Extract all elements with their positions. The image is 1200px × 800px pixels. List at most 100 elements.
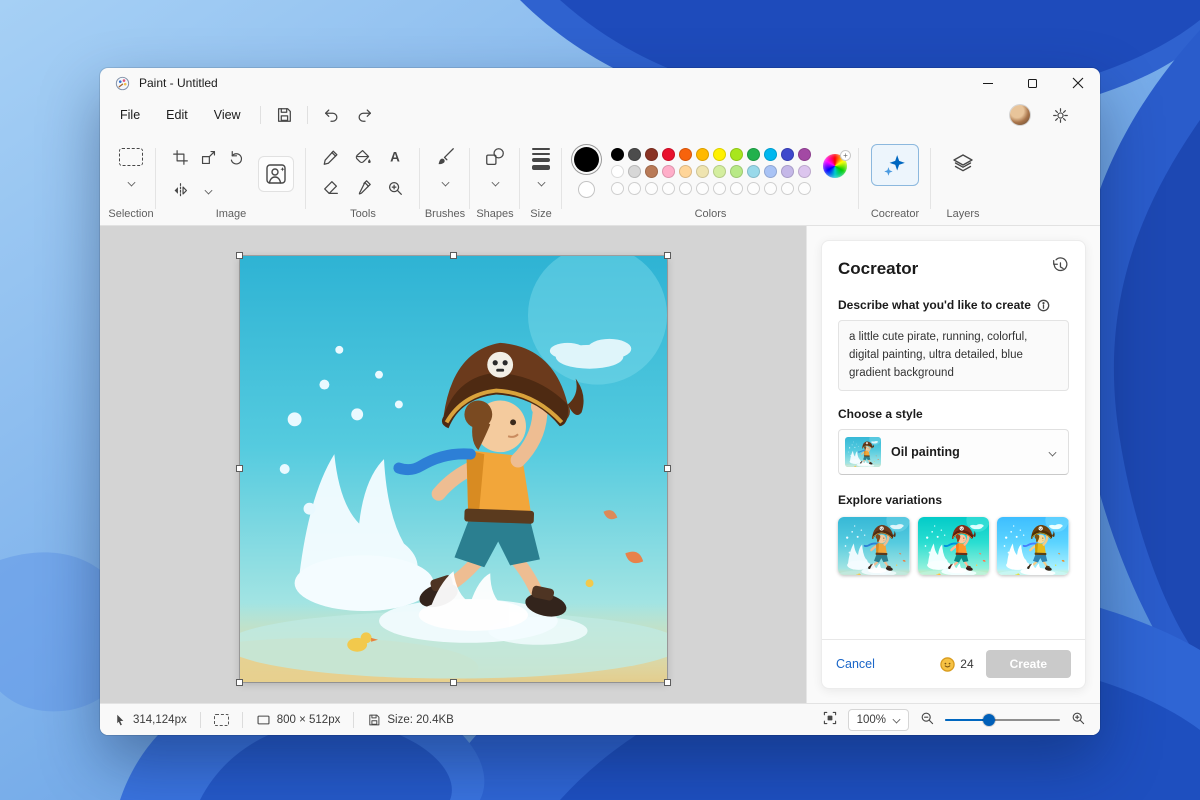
shapes-button[interactable] [482,144,508,170]
color-swatch[interactable] [781,182,794,195]
resize-button[interactable] [195,144,221,170]
color-swatch[interactable] [713,182,726,195]
color-swatch[interactable] [611,182,624,195]
color-swatch[interactable] [645,165,658,178]
maximize-button[interactable] [1010,68,1055,98]
describe-label: Describe what you'd like to create [838,298,1031,312]
color-swatch[interactable] [730,165,743,178]
fit-to-screen-button[interactable] [822,710,838,729]
color-swatch[interactable] [679,182,692,195]
text-tool[interactable]: A [382,144,408,170]
canvas-image[interactable] [240,256,667,682]
color-swatch[interactable] [662,182,675,195]
shapes-dropdown-chevron-icon[interactable] [491,179,499,187]
color-swatch[interactable] [628,165,641,178]
size-dropdown-chevron-icon[interactable] [537,178,545,186]
variation-thumbnail-3[interactable] [997,517,1069,575]
cancel-button[interactable]: Cancel [836,657,875,671]
zoom-in-button[interactable] [1070,710,1086,729]
stroke-size-icon[interactable] [532,144,550,170]
prompt-input[interactable]: a little cute pirate, running, colorful,… [838,320,1069,391]
color-swatch[interactable] [679,165,692,178]
color-swatch[interactable] [798,182,811,195]
color-swatch[interactable] [713,148,726,161]
flip-button[interactable] [167,177,193,203]
menu-view[interactable]: View [202,103,253,127]
close-button[interactable] [1055,68,1100,98]
statusbar-divider [242,712,243,728]
variation-thumbnail-1[interactable] [838,517,910,575]
color-picker-tool[interactable] [350,175,376,201]
selection-handle[interactable] [236,465,243,472]
cocreator-button[interactable] [871,144,919,186]
color-swatch[interactable] [730,148,743,161]
color-swatch[interactable] [747,148,760,161]
canvas-area[interactable] [100,226,806,703]
fill-tool[interactable] [350,144,376,170]
undo-button[interactable] [315,102,347,128]
zoom-level-dropdown[interactable]: 100% [848,709,909,731]
layers-button[interactable] [943,144,983,184]
settings-button[interactable] [1044,102,1076,128]
selection-handle[interactable] [450,679,457,686]
variation-thumbnail-2[interactable] [918,517,990,575]
crop-button[interactable] [167,144,193,170]
color-swatch[interactable] [645,148,658,161]
selection-handle[interactable] [664,679,671,686]
color-swatch[interactable] [628,182,641,195]
brushes-dropdown-chevron-icon[interactable] [441,179,449,187]
selection-handle[interactable] [664,465,671,472]
color-swatch[interactable] [781,165,794,178]
pencil-tool[interactable] [318,144,344,170]
selection-tool[interactable] [118,144,144,170]
color-swatch[interactable] [764,165,777,178]
info-icon[interactable] [1037,299,1050,312]
color-swatch[interactable] [611,165,624,178]
eraser-tool[interactable] [318,175,344,201]
background-color-swatch[interactable] [578,181,595,198]
magnifier-tool[interactable] [382,175,408,201]
redo-button[interactable] [349,102,381,128]
selection-dropdown-chevron-icon[interactable] [127,179,135,187]
selection-handle[interactable] [236,679,243,686]
selection-handle[interactable] [236,252,243,259]
color-swatch[interactable] [628,148,641,161]
history-button[interactable] [1051,257,1069,280]
color-swatch[interactable] [696,148,709,161]
color-swatch[interactable] [645,182,658,195]
rotate-options-button[interactable] [195,177,221,203]
menu-edit[interactable]: Edit [154,103,200,127]
color-swatch[interactable] [662,165,675,178]
foreground-color-swatch[interactable] [574,147,599,172]
color-swatch[interactable] [747,165,760,178]
menu-file[interactable]: File [108,103,152,127]
color-swatch[interactable] [679,148,692,161]
color-swatch[interactable] [611,148,624,161]
zoom-slider[interactable] [945,713,1060,727]
create-button[interactable]: Create [986,650,1071,678]
color-swatch[interactable] [696,182,709,195]
color-swatch[interactable] [730,182,743,195]
minimize-button[interactable] [965,68,1010,98]
color-swatch[interactable] [696,165,709,178]
titlebar[interactable]: Paint - Untitled [100,68,1100,98]
edit-colors-button[interactable]: + [823,154,847,198]
color-swatch[interactable] [747,182,760,195]
color-swatch[interactable] [764,148,777,161]
zoom-slider-thumb[interactable] [983,714,995,726]
style-dropdown[interactable]: Oil painting [838,429,1069,475]
color-swatch[interactable] [781,148,794,161]
color-swatch[interactable] [798,148,811,161]
color-swatch[interactable] [798,165,811,178]
selection-handle[interactable] [450,252,457,259]
color-swatch[interactable] [662,148,675,161]
rotate-button[interactable] [223,144,249,170]
save-button[interactable] [268,102,300,128]
selection-handle[interactable] [664,252,671,259]
brushes-button[interactable] [432,144,458,170]
remove-background-button[interactable] [258,156,294,192]
color-swatch[interactable] [713,165,726,178]
color-swatch[interactable] [764,182,777,195]
zoom-out-button[interactable] [919,710,935,729]
account-avatar[interactable] [1010,105,1030,125]
